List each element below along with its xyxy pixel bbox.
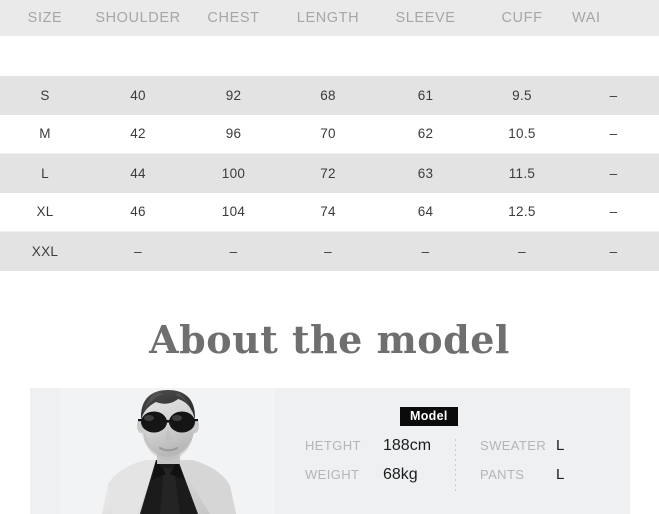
cell-cuff: 11.5	[476, 153, 568, 193]
spec-value-height: 188cm	[383, 437, 432, 454]
spec-label-weight: WEIGHT	[305, 467, 360, 482]
spec-value-weight: 68kg	[383, 466, 418, 483]
cell-sleeve: 64	[375, 192, 476, 232]
spec-row-weight: WEIGHT 68kg	[305, 466, 431, 495]
spec-row-height: HETGHT 188cm	[305, 437, 431, 466]
cell-shoulder: –	[90, 231, 186, 271]
cell-waist: –	[568, 76, 659, 115]
column-header-cuff: CUFF	[501, 10, 543, 26]
size-table-element: SIZE SHOULDER CHEST LENGTH SLEEVE CUFF W…	[0, 0, 659, 271]
spec-label-sweater: SWEATER	[480, 438, 547, 453]
table-row: M 42 96 70 62 10.5 –	[0, 114, 659, 154]
table-row: L 44 100 72 63 11.5 –	[0, 153, 659, 193]
cell-chest: 92	[186, 76, 281, 115]
cell-cuff: 10.5	[476, 114, 568, 154]
cell-length: 72	[281, 153, 375, 193]
cell-shoulder: 46	[90, 192, 186, 232]
cell-waist: –	[568, 231, 659, 271]
column-header-sleeve: SLEEVE	[395, 10, 456, 26]
model-badge: Model	[400, 407, 458, 426]
cell-size: XXL	[0, 231, 90, 271]
cell-waist: –	[568, 192, 659, 232]
cell-shoulder: 44	[90, 153, 186, 193]
specs-divider	[455, 439, 456, 491]
cell-size: L	[0, 153, 90, 193]
cell-waist: –	[568, 153, 659, 193]
cell-size: M	[0, 114, 90, 154]
cell-chest: 96	[186, 114, 281, 154]
table-row: XL 46 104 74 64 12.5 –	[0, 192, 659, 232]
column-header-shoulder: SHOULDER	[95, 10, 181, 26]
spec-row-sweater: SWEATER L	[480, 437, 564, 466]
spec-label-pants: PANTS	[480, 467, 525, 482]
cell-sleeve: 61	[375, 76, 476, 115]
table-spacer-cell	[0, 36, 659, 76]
model-specs: HETGHT 188cm WEIGHT 68kg SWEATER L PANTS…	[305, 437, 625, 497]
table-spacer-row	[0, 36, 659, 76]
table-row: S 40 92 68 61 9.5 –	[0, 76, 659, 115]
model-photo	[60, 388, 275, 514]
column-header-waist: WAI	[572, 10, 601, 26]
spec-value-pants: L	[556, 466, 565, 483]
column-header-chest: CHEST	[207, 10, 260, 26]
size-and-model-page: SIZE SHOULDER CHEST LENGTH SLEEVE CUFF W…	[0, 0, 659, 514]
cell-length: 70	[281, 114, 375, 154]
table-row: XXL – – – – – –	[0, 231, 659, 271]
cell-length: 74	[281, 192, 375, 232]
size-chart-table: SIZE SHOULDER CHEST LENGTH SLEEVE CUFF W…	[0, 0, 659, 271]
cell-shoulder: 40	[90, 76, 186, 115]
about-the-model-heading: About the model	[149, 317, 510, 362]
cell-chest: 104	[186, 192, 281, 232]
table-header-row: SIZE SHOULDER CHEST LENGTH SLEEVE CUFF W…	[0, 0, 659, 36]
cell-length: 68	[281, 76, 375, 115]
cell-size: XL	[0, 192, 90, 232]
column-header-length: LENGTH	[296, 10, 360, 26]
cell-chest: 100	[186, 153, 281, 193]
cell-size: S	[0, 76, 90, 115]
column-header-size: SIZE	[27, 10, 63, 26]
spec-value-sweater: L	[556, 437, 565, 454]
cell-cuff: –	[476, 231, 568, 271]
cell-sleeve: –	[375, 231, 476, 271]
cell-cuff: 9.5	[476, 76, 568, 115]
cell-sleeve: 63	[375, 153, 476, 193]
specs-column-left: HETGHT 188cm WEIGHT 68kg	[305, 437, 431, 495]
cell-waist: –	[568, 114, 659, 154]
specs-column-right: SWEATER L PANTS L	[480, 437, 564, 495]
spec-label-height: HETGHT	[305, 438, 361, 453]
cell-length: –	[281, 231, 375, 271]
cell-shoulder: 42	[90, 114, 186, 154]
cell-chest: –	[186, 231, 281, 271]
cell-cuff: 12.5	[476, 192, 568, 232]
cell-sleeve: 62	[375, 114, 476, 154]
spec-row-pants: PANTS L	[480, 466, 564, 495]
